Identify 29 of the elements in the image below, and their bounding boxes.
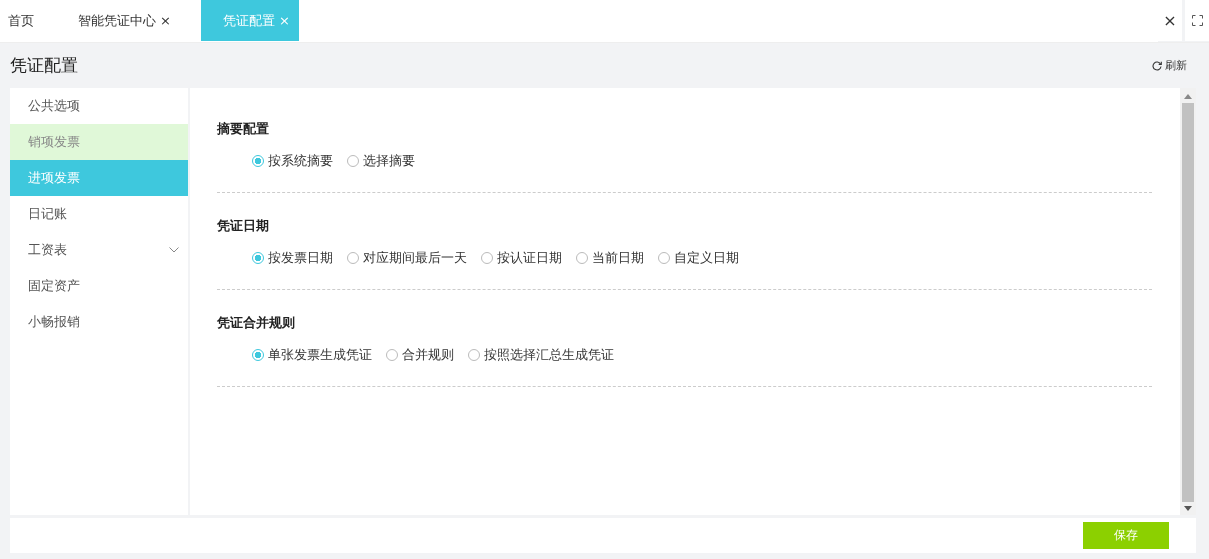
section-title: 凭证合并规则 [217, 314, 296, 332]
radio-option[interactable]: 合并规则 [386, 346, 454, 364]
section-title: 摘要配置 [217, 120, 270, 138]
radio-option[interactable]: 当前日期 [576, 249, 644, 267]
sidebar-item[interactable]: 工资表 [10, 232, 188, 268]
refresh-button[interactable]: 刷新 [1152, 58, 1187, 73]
fullscreen-icon [1191, 15, 1203, 26]
tab[interactable]: 智能凭证中心 × [70, 0, 179, 41]
close-button[interactable]: × [1158, 0, 1182, 41]
refresh-icon [1152, 60, 1162, 71]
tab[interactable]: 首页 [0, 0, 42, 41]
page-title: 凭证配置 [10, 54, 78, 77]
sidebar-item[interactable]: 日记账 [10, 196, 188, 232]
radio-option[interactable]: 按照选择汇总生成凭证 [468, 346, 614, 364]
fullscreen-button[interactable] [1185, 0, 1209, 41]
radio-option[interactable]: 按发票日期 [252, 249, 333, 267]
sidebar-item[interactable]: 小畅报销 [10, 304, 188, 340]
radio-option[interactable]: 单张发票生成凭证 [252, 346, 372, 364]
radio-option[interactable]: 按系统摘要 [252, 152, 333, 170]
radio-option[interactable]: 自定义日期 [658, 249, 739, 267]
scroll-down-icon[interactable] [1184, 506, 1192, 511]
sidebar-item[interactable]: 固定资产 [10, 268, 188, 304]
scroll-up-icon[interactable] [1184, 94, 1192, 99]
radio-option[interactable]: 选择摘要 [347, 152, 415, 170]
sidebar-item[interactable]: 公共选项 [10, 88, 188, 124]
section-title: 凭证日期 [217, 217, 270, 235]
scrollbar[interactable] [1180, 88, 1196, 515]
radio-option[interactable]: 按认证日期 [481, 249, 562, 267]
radio-option[interactable]: 对应期间最后一天 [347, 249, 467, 267]
